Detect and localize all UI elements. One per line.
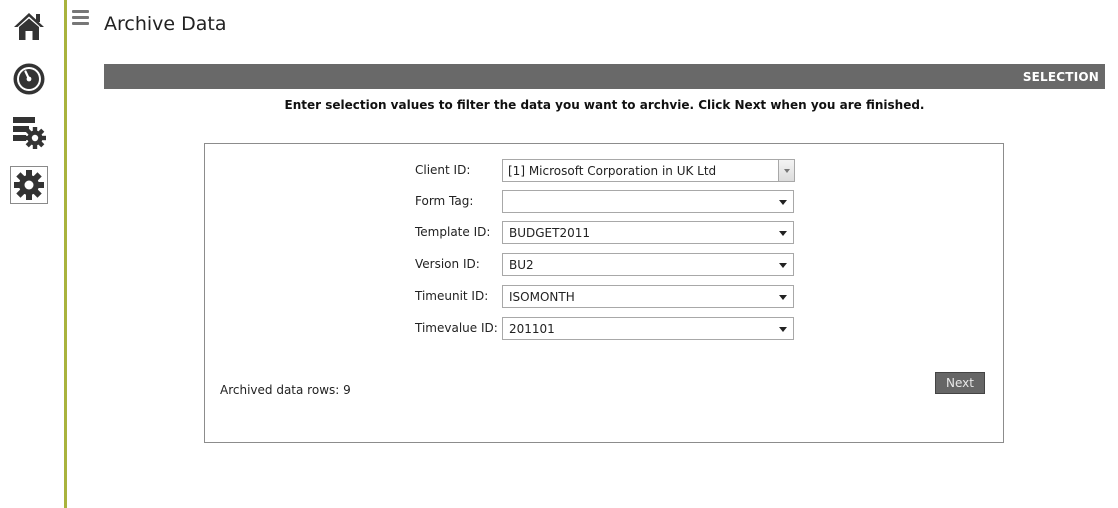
template-id-select[interactable]: BUDGET2011 bbox=[502, 221, 794, 244]
nav-dashboard[interactable] bbox=[10, 60, 48, 98]
gear-icon bbox=[13, 169, 45, 201]
nav-settings[interactable] bbox=[10, 166, 48, 204]
gauge-icon bbox=[12, 62, 46, 96]
nav-data-settings[interactable] bbox=[10, 113, 48, 151]
form-tag-label: Form Tag: bbox=[415, 194, 474, 208]
section-header: SELECTION bbox=[104, 64, 1105, 89]
version-id-select[interactable]: BU2 bbox=[502, 253, 794, 276]
instructions-text: Enter selection values to filter the dat… bbox=[284, 98, 925, 112]
timeunit-id-label: Timeunit ID: bbox=[415, 289, 489, 303]
selection-form: Client ID: [1] Microsoft Corporation in … bbox=[204, 143, 1004, 443]
version-id-label: Version ID: bbox=[415, 257, 480, 271]
client-id-select[interactable]: [1] Microsoft Corporation in UK Ltd bbox=[502, 159, 795, 182]
server-gear-icon bbox=[11, 114, 47, 150]
form-tag-select[interactable] bbox=[502, 190, 794, 213]
home-icon bbox=[12, 10, 46, 42]
version-id-value: BU2 bbox=[509, 257, 534, 272]
section-title: SELECTION bbox=[1022, 69, 1099, 84]
template-id-value: BUDGET2011 bbox=[509, 225, 591, 240]
timevalue-id-select[interactable]: 201101 bbox=[502, 317, 794, 340]
timeunit-id-select[interactable]: ISOMONTH bbox=[502, 285, 794, 308]
chevron-down-icon bbox=[779, 295, 787, 300]
chevron-down-icon bbox=[784, 169, 790, 173]
timevalue-id-label: Timevalue ID: bbox=[415, 321, 498, 335]
client-id-value: [1] Microsoft Corporation in UK Ltd bbox=[508, 163, 717, 178]
chevron-down-icon bbox=[779, 231, 787, 236]
hamburger-icon bbox=[72, 10, 89, 30]
timevalue-id-value: 201101 bbox=[509, 321, 555, 336]
menu-toggle[interactable] bbox=[72, 9, 89, 26]
timeunit-id-value: ISOMONTH bbox=[509, 289, 575, 304]
chevron-down-icon bbox=[779, 327, 787, 332]
archived-rows-count: Archived data rows: 9 bbox=[220, 383, 351, 397]
template-id-label: Template ID: bbox=[415, 225, 491, 239]
client-id-label: Client ID: bbox=[415, 163, 471, 177]
nav-home[interactable] bbox=[10, 7, 48, 45]
chevron-down-icon bbox=[779, 263, 787, 268]
sidebar-nav bbox=[0, 0, 67, 508]
client-id-dropdown-button[interactable] bbox=[778, 160, 794, 181]
next-button[interactable]: Next bbox=[935, 372, 985, 394]
page-title: Archive Data bbox=[104, 13, 227, 35]
chevron-down-icon bbox=[779, 200, 787, 205]
